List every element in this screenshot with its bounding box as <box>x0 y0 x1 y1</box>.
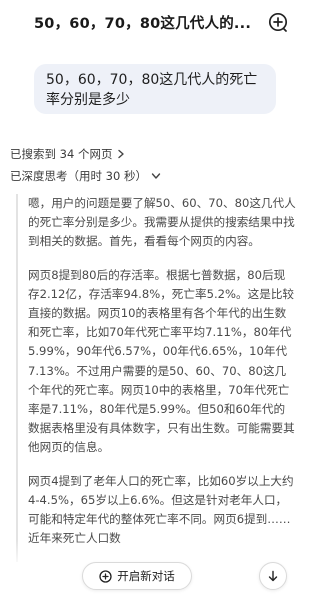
thinking-paragraph: 嗯，用户的问题是要了解50、60、70、80这几代人的死亡率分别是多少。我需要从… <box>28 196 296 249</box>
thinking-content: 嗯，用户的问题是要了解50、60、70、80这几代人的死亡率分别是多少。我需要从… <box>16 194 296 563</box>
deep-thinking-label: 已深度思考（用时 30 秒） <box>10 169 147 183</box>
top-bar: 50，60，70，80这几代人的... <box>0 0 298 44</box>
new-chat-button[interactable]: 开启新对话 <box>82 562 192 590</box>
new-chat-icon <box>99 569 112 583</box>
search-results-label: 已搜索到 34 个网页 <box>10 147 113 161</box>
new-chat-icon[interactable] <box>268 12 288 32</box>
new-chat-label: 开启新对话 <box>117 569 175 583</box>
thinking-paragraph: 网页4提到了老年人口的死亡率，比如60岁以上大约4-4.5%，65岁以上6.6%… <box>28 473 294 546</box>
user-message-bubble: 50，60，70，80这几代人的死亡率分别是多少 <box>34 64 276 114</box>
chevron-right-icon <box>118 149 125 159</box>
conversation-title[interactable]: 50，60，70，80这几代人的... <box>34 12 251 33</box>
deep-thinking-toggle[interactable]: 已深度思考（用时 30 秒） <box>10 168 161 184</box>
user-message-text: 50，60，70，80这几代人的死亡率分别是多少 <box>46 72 258 108</box>
arrow-down-icon <box>268 570 278 582</box>
search-results-toggle[interactable]: 已搜索到 34 个网页 <box>10 146 126 162</box>
scroll-to-bottom-button[interactable] <box>259 562 287 590</box>
thinking-paragraph: 网页8提到80后的存活率。根据七普数据，80后现存2.12亿，存活率94.8%，… <box>28 267 295 455</box>
chevron-down-icon <box>151 173 161 179</box>
